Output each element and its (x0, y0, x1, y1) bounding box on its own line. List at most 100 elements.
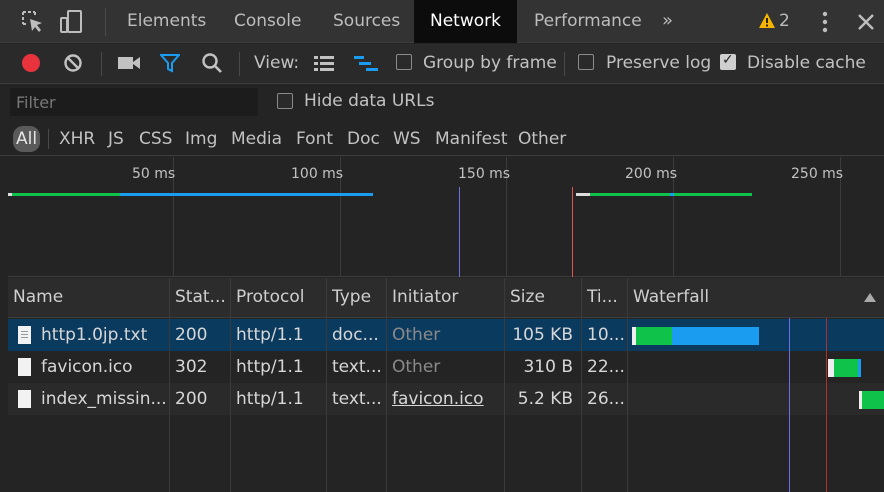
warning-icon[interactable] (758, 12, 776, 30)
devtools-tab-bar: Elements Console Sources Network Perform… (0, 0, 884, 43)
group-by-frame-checkbox[interactable] (396, 54, 412, 70)
type-filter-js[interactable]: JS (108, 126, 124, 152)
request-name[interactable]: favicon.ico (36, 351, 169, 383)
inspect-element-icon[interactable] (20, 9, 46, 35)
column-header-time[interactable]: Ti... (582, 278, 627, 317)
tab-divider (105, 8, 106, 36)
column-divider[interactable] (169, 278, 170, 492)
request-protocol: http/1.1 (236, 357, 304, 377)
column-header-size[interactable]: Size (505, 278, 581, 317)
column-divider[interactable] (581, 278, 582, 492)
request-protocol: http/1.1 (236, 325, 304, 345)
request-type: text... (332, 389, 382, 409)
request-status: 200 (175, 325, 208, 345)
column-header-waterfall[interactable]: Waterfall (628, 278, 884, 317)
overview-request-bar (120, 193, 373, 196)
network-toolbar: View: Group by frame Preserve log Disabl… (0, 44, 884, 84)
request-size: 105 KB (512, 325, 573, 345)
column-divider[interactable] (504, 278, 505, 492)
type-filter-divider (48, 129, 49, 149)
request-initiator-link[interactable]: favicon.ico (387, 383, 504, 415)
more-tabs-button[interactable]: » (662, 0, 673, 43)
request-type: text... (332, 357, 382, 377)
type-filter-manifest[interactable]: Manifest (435, 126, 508, 152)
close-icon[interactable] (855, 11, 877, 33)
overview-request-bar (674, 193, 752, 196)
filter-icon[interactable] (160, 53, 180, 73)
toolbar-divider (239, 52, 240, 76)
camera-icon[interactable] (117, 55, 141, 71)
overview-request-bar (590, 193, 670, 196)
preserve-log-label[interactable]: Preserve log (606, 44, 711, 82)
request-row[interactable]: favicon.ico 302 http/1.1 text... Other 3… (8, 351, 884, 383)
type-filter-all[interactable]: All (13, 126, 41, 152)
load-event-marker (572, 187, 573, 277)
column-divider[interactable] (326, 278, 327, 492)
document-file-icon (18, 326, 31, 344)
tab-performance[interactable]: Performance (534, 0, 642, 43)
column-header-initiator[interactable]: Initiator (387, 278, 504, 317)
column-divider[interactable] (230, 278, 231, 492)
timeline-tick-label: 250 ms (791, 166, 844, 182)
request-time: 26... (587, 389, 625, 409)
resource-type-filters: All XHR JS CSS Img Media Font Doc WS Man… (0, 121, 884, 156)
waterfall-dom-content-loaded-line (789, 318, 790, 492)
requests-table-empty-area (8, 415, 884, 492)
column-header-type[interactable]: Type (327, 278, 386, 317)
toolbar-divider (564, 52, 565, 76)
disable-cache-label[interactable]: Disable cache (747, 44, 866, 82)
request-initiator: Other (392, 325, 441, 345)
preserve-log-checkbox[interactable] (578, 54, 594, 70)
request-protocol: http/1.1 (236, 389, 304, 409)
tab-elements[interactable]: Elements (127, 0, 206, 43)
type-filter-ws[interactable]: WS (393, 126, 421, 152)
type-filter-img[interactable]: Img (185, 126, 217, 152)
column-header-name[interactable]: Name (8, 278, 169, 317)
search-icon[interactable] (201, 52, 223, 74)
type-filter-font[interactable]: Font (296, 126, 333, 152)
request-row[interactable]: index_missin... 200 http/1.1 text... fav… (8, 383, 884, 415)
tab-console[interactable]: Console (234, 0, 302, 43)
waterfall-waiting-bar (636, 327, 672, 345)
more-options-icon[interactable] (815, 10, 835, 34)
hide-data-urls-checkbox[interactable] (277, 93, 293, 109)
request-name[interactable]: index_missin... (36, 383, 169, 415)
column-divider[interactable] (386, 278, 387, 492)
request-name[interactable]: http1.0jp.txt (36, 319, 169, 351)
type-filter-css[interactable]: CSS (139, 126, 172, 152)
request-row[interactable]: http1.0jp.txt 200 http/1.1 doc... Other … (8, 319, 884, 351)
filter-input[interactable] (10, 88, 258, 116)
request-initiator: Other (392, 357, 441, 377)
column-header-protocol[interactable]: Protocol (231, 278, 326, 317)
waterfall-load-line (826, 318, 827, 492)
device-toolbar-icon[interactable] (58, 9, 84, 35)
view-label: View: (254, 53, 300, 73)
column-header-status[interactable]: Stat... (170, 278, 230, 317)
timeline-tick-label: 150 ms (458, 166, 511, 182)
type-filter-xhr[interactable]: XHR (59, 126, 95, 152)
waterfall-download-bar (672, 327, 759, 345)
warning-count[interactable]: 2 (779, 0, 790, 43)
sort-ascending-icon[interactable] (864, 293, 876, 302)
type-filter-other[interactable]: Other (518, 126, 566, 152)
waterfall-waiting-bar (834, 359, 858, 377)
tab-sources[interactable]: Sources (333, 0, 400, 43)
large-rows-icon[interactable] (313, 54, 335, 72)
type-filter-doc[interactable]: Doc (347, 126, 380, 152)
overview-request-bar (576, 193, 590, 196)
toolbar-divider (101, 52, 102, 76)
group-by-frame-label[interactable]: Group by frame (423, 44, 557, 82)
request-time: 22... (587, 357, 625, 377)
tab-network[interactable]: Network (414, 0, 517, 43)
disable-cache-checkbox[interactable] (720, 52, 736, 70)
hide-data-urls-label[interactable]: Hide data URLs (304, 85, 434, 118)
request-status: 302 (175, 357, 208, 377)
network-overview-timeline[interactable]: 50 ms 100 ms 150 ms 200 ms 250 ms (8, 157, 884, 277)
filter-bar: Hide data URLs (0, 85, 884, 120)
overview-waterfall-icon[interactable] (353, 54, 379, 72)
column-divider[interactable] (627, 278, 628, 492)
dom-content-loaded-marker (459, 187, 460, 277)
record-icon[interactable] (21, 53, 41, 73)
type-filter-media[interactable]: Media (231, 126, 282, 152)
clear-icon[interactable] (63, 53, 83, 73)
